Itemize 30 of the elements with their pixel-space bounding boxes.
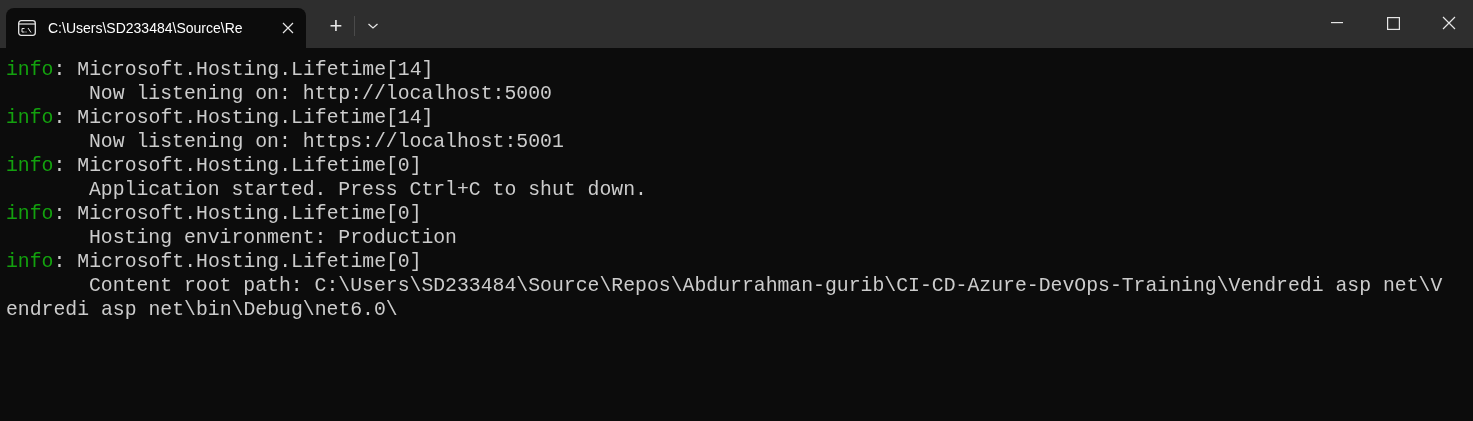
- log-separator: :: [53, 154, 66, 178]
- log-source: Microsoft.Hosting.Lifetime[0]: [77, 154, 422, 178]
- log-separator: :: [53, 106, 66, 130]
- close-icon[interactable]: [282, 22, 294, 34]
- maximize-icon: [1386, 16, 1400, 30]
- close-icon: [1442, 16, 1456, 30]
- tab-title: C:\Users\SD233484\Source\Re: [48, 18, 244, 38]
- log-message: Now listening on: http://localhost:5000: [89, 82, 552, 106]
- minimize-icon: [1331, 22, 1343, 24]
- log-separator: :: [53, 202, 66, 226]
- log-separator: :: [53, 250, 66, 274]
- tab[interactable]: C:\Users\SD233484\Source\Re: [6, 8, 306, 48]
- log-source: Microsoft.Hosting.Lifetime[0]: [77, 250, 422, 274]
- log-message: Hosting environment: Production: [89, 226, 457, 250]
- log-message: Now listening on: https://localhost:5001: [89, 130, 564, 154]
- log-message: endredi asp net\bin\Debug\net6.0\: [6, 298, 398, 322]
- log-level: info: [6, 154, 54, 178]
- log-level: info: [6, 106, 54, 130]
- log-source: Microsoft.Hosting.Lifetime[14]: [77, 58, 434, 82]
- terminal-icon: [18, 20, 36, 36]
- log-separator: :: [53, 58, 66, 82]
- log-source: Microsoft.Hosting.Lifetime[14]: [77, 106, 434, 130]
- log-level: info: [6, 58, 54, 82]
- log-level: info: [6, 250, 54, 274]
- log-source: Microsoft.Hosting.Lifetime[0]: [77, 202, 422, 226]
- chevron-down-icon: [367, 22, 379, 30]
- log-level: info: [6, 202, 54, 226]
- log-message: Content root path: C:\Users\SD233484\Source\Repos\Abdurrahman-gurib\CI-CD-Azure-DevOps-Training\Vendredi asp net\V: [89, 274, 1443, 298]
- new-tab-button[interactable]: +: [318, 10, 354, 42]
- log-message: Application started. Press Ctrl+C to shut down.: [89, 178, 647, 202]
